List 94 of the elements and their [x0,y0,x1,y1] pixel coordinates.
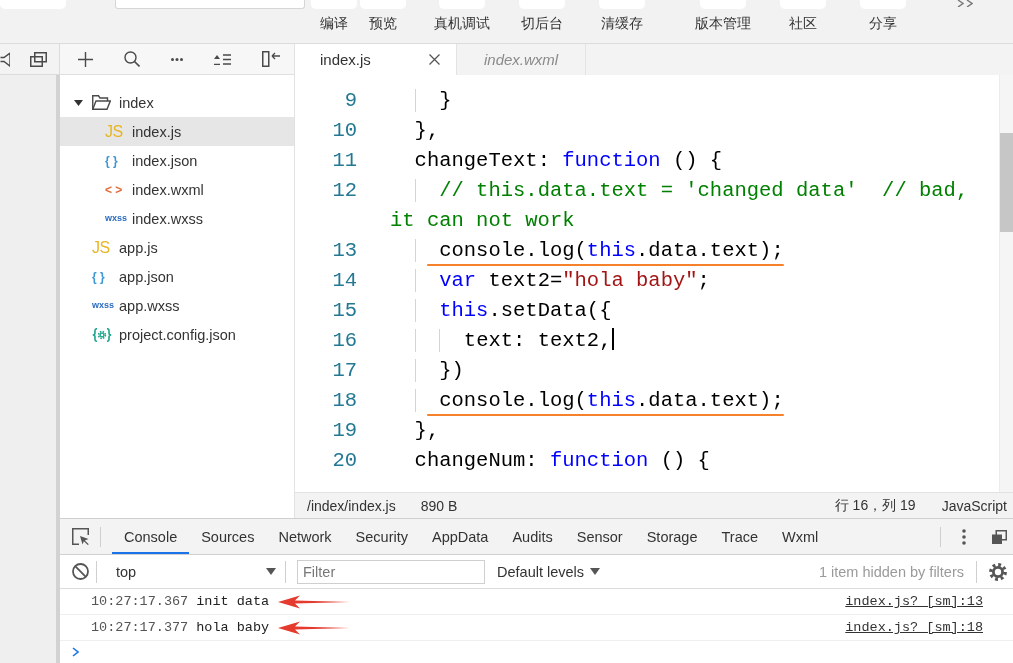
tree-item[interactable]: < > index.wxml [60,175,294,204]
line-number: 12 [331,178,357,204]
timestamp: 10:27:17.367 [91,594,189,609]
close-icon[interactable] [429,54,440,65]
markup-file-icon: < > [105,183,123,196]
tree-item[interactable]: { } app.json [60,262,294,291]
toolbar-button[interactable]: 版本管理 [683,0,763,31]
caret-icon[interactable] [74,99,83,106]
code-line: console.log(this.data.text); [390,386,784,416]
scrollbar-thumb[interactable] [1000,133,1013,232]
context-select[interactable]: top [108,558,280,585]
speaker-icon[interactable] [0,51,10,67]
code-line: changeText: function () { [413,148,723,174]
line-number: 18 [331,388,357,414]
clear-icon[interactable] [72,563,89,580]
line-number: 9 [343,88,357,114]
line-number: 10 [331,118,357,144]
file-size: 890 B [420,497,458,514]
line-number: 16 [331,328,357,354]
devtools-tab[interactable]: Audits [500,519,565,554]
devtools-tab[interactable]: Sources [189,519,267,554]
panel-arrow-icon[interactable] [262,51,280,67]
line-number: 11 [331,148,357,174]
line-number: 19 [331,418,357,444]
kebab-menu-icon[interactable] [962,528,966,545]
double-chevron-icon[interactable] [957,0,973,7]
line-number: 14 [331,268,357,294]
search-icon[interactable] [124,51,140,67]
levels-dropdown[interactable]: Default levels [493,563,605,580]
dock-icon[interactable] [992,529,1007,544]
folder-icon [92,95,111,110]
code-line: text: text2, [390,326,615,356]
code-line: } [390,86,452,116]
code-line: var text2="hola baby"; [390,266,710,296]
json-file-icon: { } [105,154,118,167]
line-number: 13 [331,238,357,264]
caret-icon [266,568,276,575]
js-file-icon: JS [105,123,123,140]
code-line: }, [413,418,440,444]
editor-tab[interactable]: index.js [295,44,457,75]
toolbar-button[interactable]: 预览 [358,0,407,31]
tree-item[interactable]: index [60,88,294,117]
inspect-icon[interactable] [72,528,89,545]
tree-item[interactable]: JS index.js [60,117,294,146]
code-line: changeNum: function () { [413,448,710,474]
tree-item[interactable]: wxss app.wxss [60,291,294,320]
source-link[interactable]: index.js? [sm]:18 [845,620,983,635]
file-path: /index/index.js [307,497,396,514]
log-message: hola baby [196,620,270,635]
toolbar-button[interactable]: 真机调试 [422,0,502,31]
more-icon[interactable] [171,57,183,61]
log-message: init data [196,594,270,609]
code-line: }) [390,356,464,386]
code-line: console.log(this.data.text); [390,236,784,266]
toolbar-button[interactable]: 切后台 [502,0,582,31]
line-number: 17 [331,358,357,384]
devtools-tab[interactable]: AppData [420,519,501,554]
prompt-icon[interactable] [72,647,79,657]
code-line: }, [413,118,440,144]
devtools-tab[interactable]: Wxml [770,519,831,554]
timestamp: 10:27:17.377 [91,620,189,635]
devtools-tab[interactable]: Console [112,519,190,554]
gear-braces-icon [92,327,112,342]
devtools-tab[interactable]: Storage [634,519,710,554]
code-line: // this.data.text = 'changed data' // bad, it can not work [390,178,970,234]
plus-icon[interactable] [78,51,93,67]
settings-icon[interactable] [989,562,1007,581]
tree-item[interactable]: { } index.json [60,146,294,175]
hidden-items-note: 1 item hidden by filters [818,563,964,580]
tree-item[interactable]: JS app.js [60,233,294,262]
filter-field[interactable]: Filter [297,559,485,584]
toolbar-button[interactable]: 分享 [843,0,923,31]
line-number: 15 [331,298,357,324]
js-file-icon: JS [92,239,110,256]
windows-icon[interactable] [30,51,47,67]
devtools-tab[interactable]: Trace [709,519,770,554]
toolbar-button[interactable]: 社区 [763,0,843,31]
line-number: 20 [331,448,357,474]
language-mode[interactable]: JavaScript [941,497,1007,514]
devtools-tab[interactable]: Sensor [564,519,635,554]
code-line: this.setData({ [390,296,612,326]
tree-item[interactable]: wxss index.wxss [60,204,294,233]
json-file-icon: { } [92,270,105,283]
toolbar-button[interactable]: 编译 [309,0,358,31]
source-link[interactable]: index.js? [sm]:13 [845,594,983,609]
caret-icon [590,568,601,575]
devtools-tab[interactable]: Security [343,519,420,554]
devtools-tab[interactable]: Network [266,519,344,554]
cursor-position[interactable]: 行 16，列 19 [834,496,916,515]
style-file-icon: wxss [105,214,128,223]
outline-icon[interactable] [214,53,231,65]
tree-item[interactable]: project.config.json [60,320,294,349]
toolbar-button[interactable]: 清缓存 [582,0,662,31]
style-file-icon: wxss [92,301,115,310]
